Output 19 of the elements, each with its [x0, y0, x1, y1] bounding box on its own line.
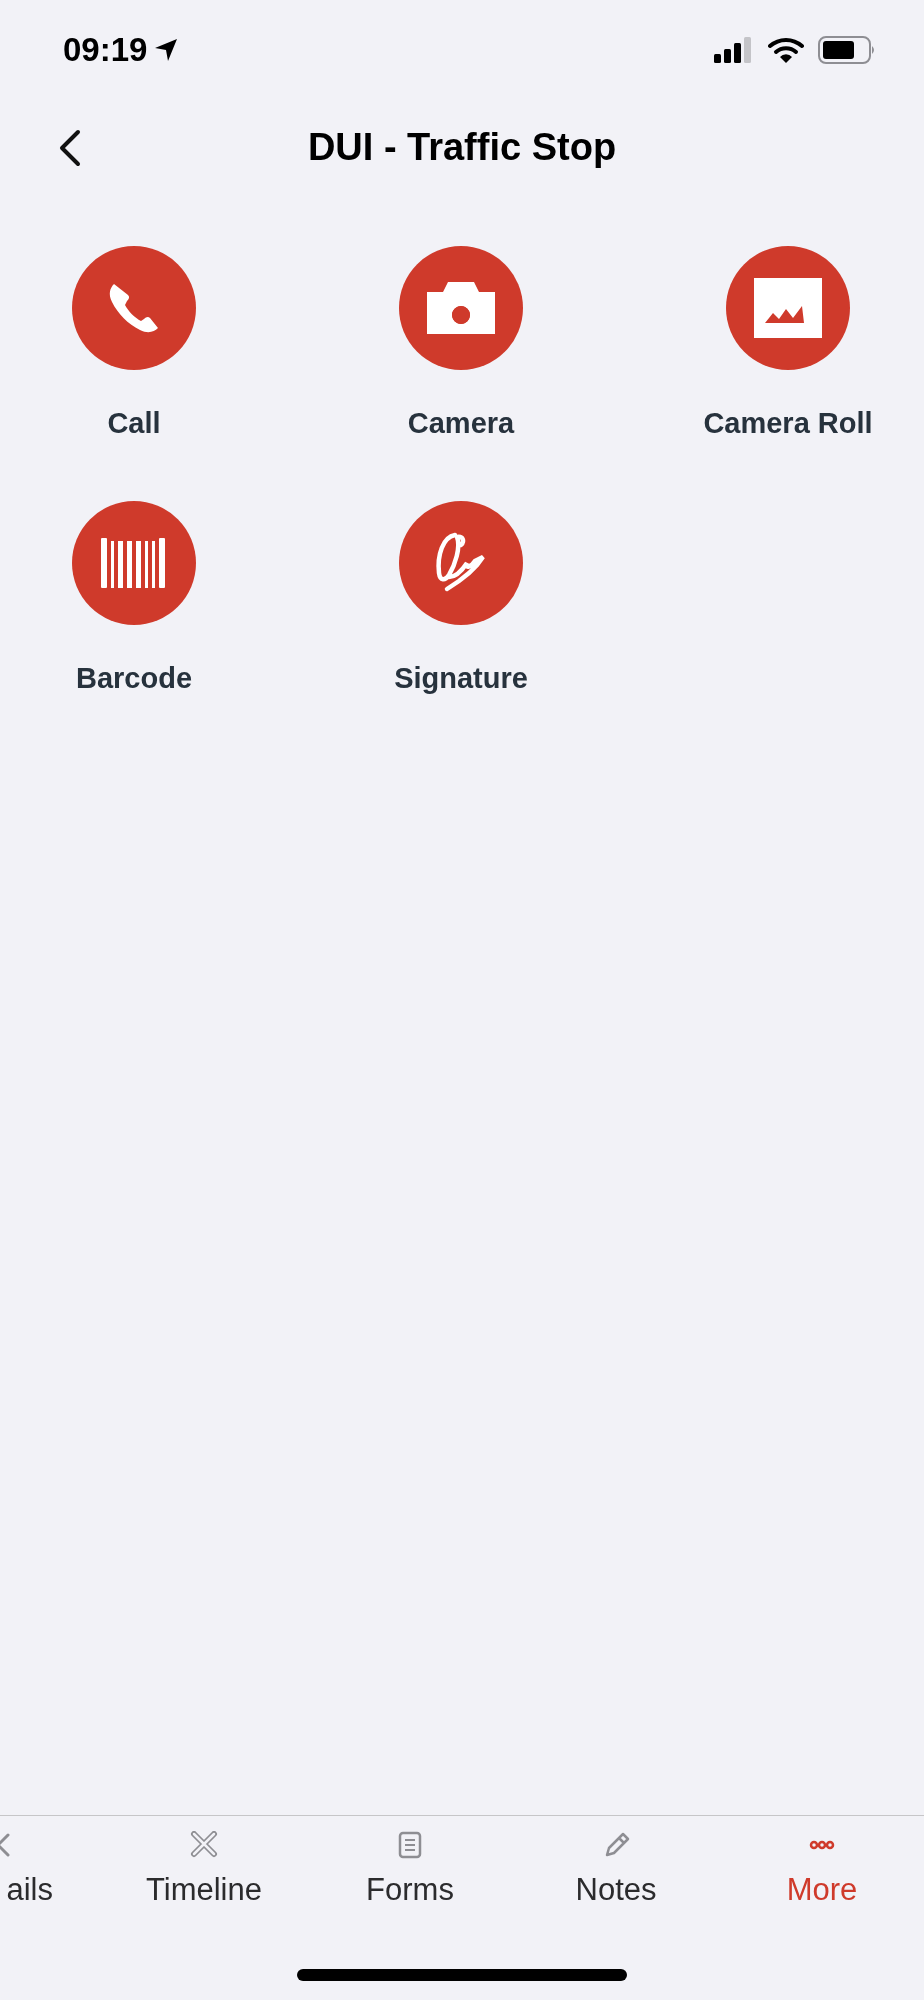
wifi-icon [768, 36, 804, 64]
signal-icon [714, 37, 754, 63]
action-button[interactable]: Camera [327, 246, 595, 446]
location-arrow-icon [153, 37, 180, 63]
tab[interactable]: Forms [307, 1831, 513, 1914]
tab[interactable]: Notes [513, 1831, 719, 1914]
screen-title: DUI - Traffic Stop [307, 125, 617, 170]
crossed-tools-icon [189, 1831, 219, 1859]
action-button[interactable]: Barcode [0, 500, 268, 700]
status-time: 09:19 [63, 30, 148, 71]
tab[interactable]: ails [0, 1831, 101, 1914]
action-button[interactable]: Call [0, 246, 268, 446]
battery-icon [818, 36, 876, 64]
action-button[interactable]: Camera Roll [654, 246, 922, 446]
tab[interactable]: Timeline [101, 1831, 307, 1914]
picture-frame-icon [752, 276, 824, 340]
action-button[interactable]: Signature [327, 500, 595, 700]
chevron-left-icon [58, 128, 82, 167]
tab[interactable]: More [719, 1831, 924, 1914]
